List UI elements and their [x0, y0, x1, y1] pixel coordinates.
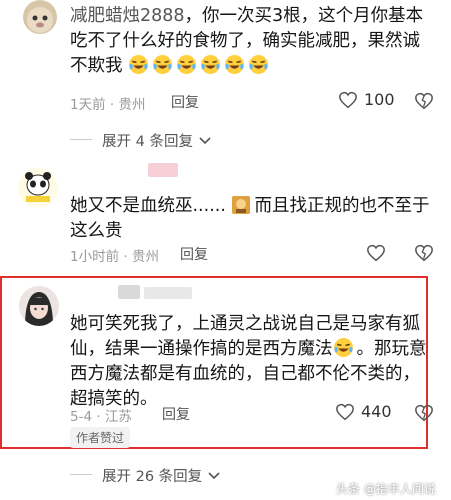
broken-heart-icon [415, 244, 433, 262]
like-button[interactable]: 100 [338, 90, 395, 109]
blurred-username[interactable] [148, 163, 178, 177]
comment-text: 她又不是血统巫...... 而且找正规的也不至于 这么贵 [70, 196, 430, 241]
like-count: 440 [361, 402, 392, 421]
blurred-username[interactable] [144, 287, 192, 299]
panda-avatar-icon [25, 172, 51, 202]
laugh-cry-emoji-icon [177, 55, 197, 74]
reply-button[interactable]: 回复 [171, 92, 199, 112]
dislike-button[interactable] [414, 244, 434, 266]
broken-heart-icon [415, 92, 433, 110]
reply-button[interactable]: 回复 [180, 244, 208, 264]
comment-text: 她可笑死我了，上通灵之战说自己是马家有狐 仙，结果一通操作搞的是西方魔法 。那玩意… [70, 314, 427, 409]
broken-heart-icon [415, 404, 433, 422]
like-button[interactable] [366, 244, 386, 266]
like-button[interactable]: 440 [335, 402, 392, 421]
reply-button[interactable]: 回复 [162, 404, 190, 424]
cat-avatar-icon [27, 7, 53, 33]
expand-divider [70, 474, 92, 475]
expand-divider [70, 139, 92, 140]
dislike-button[interactable] [414, 92, 434, 114]
laugh-cry-emoji-icon [153, 55, 173, 74]
user-avatar[interactable] [18, 168, 58, 208]
expand-replies-label: 展开 4 条回复 [102, 134, 193, 150]
author-liked-badge: 作者赞过 [70, 427, 131, 448]
girl-avatar-icon [19, 286, 59, 326]
laugh-cry-emoji-icon [201, 55, 221, 74]
laughing-emoji-row [128, 55, 272, 76]
comment-time-location: 1小时前 · 贵州 [70, 249, 159, 265]
heart-icon [336, 403, 354, 420]
dislike-button[interactable] [414, 404, 434, 426]
comment-text: 减肥蜡烛2888，你一次买3根，这个月你基本 吃不了什么好的食物了，确实能减肥，… [70, 6, 424, 76]
chevron-down-icon [199, 136, 211, 144]
watermark: 头条 @抬丰人间说 [336, 482, 436, 496]
like-count: 100 [364, 90, 395, 109]
comment-time-location: 1天前 · 贵州 [70, 97, 146, 113]
laugh-cry-emoji-icon [129, 55, 149, 74]
laugh-cry-emoji-icon [249, 55, 269, 74]
user-avatar[interactable] [23, 0, 57, 34]
sticker-emoji-icon [232, 196, 251, 214]
comment-time-location: 5-4 · 江苏 [70, 409, 132, 425]
heart-icon [367, 244, 385, 262]
laugh-cry-emoji-icon [225, 55, 245, 74]
user-avatar[interactable] [19, 286, 59, 326]
chevron-down-icon [208, 471, 220, 479]
blurred-username[interactable] [118, 285, 140, 299]
expand-replies-label: 展开 26 条回复 [102, 469, 203, 485]
heart-icon [339, 91, 357, 108]
laugh-cry-emoji-icon [333, 338, 353, 357]
comment-username-inline[interactable]: 减肥蜡烛2888 [70, 6, 185, 26]
expand-replies-button[interactable]: 展开 26 条回复 [102, 465, 220, 486]
expand-replies-button[interactable]: 展开 4 条回复 [102, 130, 211, 151]
